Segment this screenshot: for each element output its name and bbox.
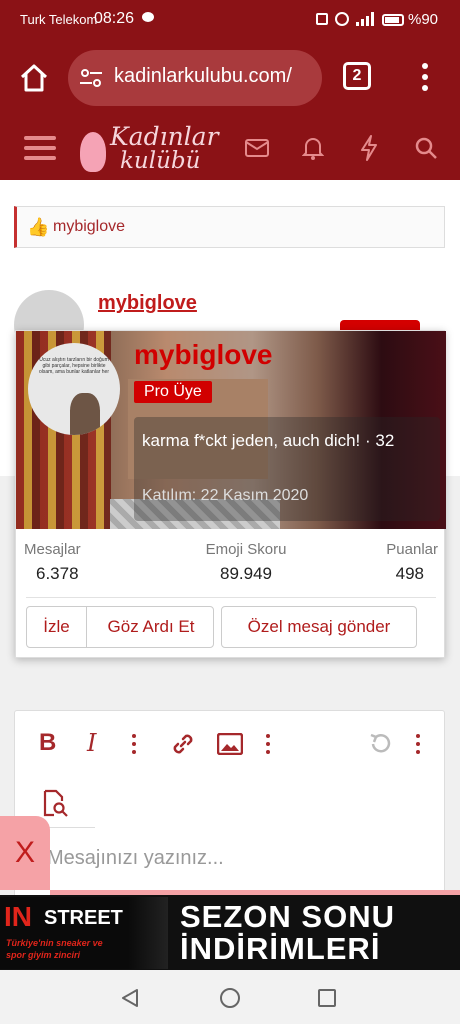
follow-ignore-group: İzle Göz Ardı Et xyxy=(26,606,214,648)
logo-text-2: kulübü xyxy=(120,148,201,174)
ad-brand-in: IN xyxy=(4,901,32,932)
site-header: Kadınlar kulübü xyxy=(0,118,460,180)
stat-label: Emoji Skoru xyxy=(205,541,287,558)
link-icon[interactable] xyxy=(170,731,196,762)
status-bar: Turk Telekom 08:26 %90 xyxy=(0,0,460,44)
ad-tagline: Türkiye'nin sneaker ve spor giyim zincir… xyxy=(6,938,103,960)
home-icon[interactable] xyxy=(18,62,50,99)
nfc-icon xyxy=(316,13,328,25)
logo-figure-icon xyxy=(80,132,106,172)
page-content: 👍 mybiglove mybiglove Ucuz alıştırı tarz… xyxy=(0,180,460,900)
post-author[interactable]: mybiglove xyxy=(98,292,197,315)
undo-icon[interactable] xyxy=(367,731,393,762)
italic-icon[interactable]: I xyxy=(87,729,96,757)
profile-avatar[interactable]: Ucuz alıştırı tarzların bir doğum gibi p… xyxy=(28,343,120,435)
pro-member-badge: Pro Üye xyxy=(134,381,212,403)
recents-icon[interactable] xyxy=(318,989,336,1007)
ad-headline-2: İNDİRİMLERİ xyxy=(180,931,381,966)
profile-popup: Ucuz alıştırı tarzların bir doğum gibi p… xyxy=(15,330,446,658)
ad-headline-1: SEZON SONU xyxy=(180,899,395,934)
url-field[interactable]: kadinlarkulubu.com/ xyxy=(68,50,322,106)
stat-label: Puanlar xyxy=(386,541,438,558)
ad-image xyxy=(128,897,168,969)
private-message-button[interactable]: Özel mesaj gönder xyxy=(221,606,417,648)
system-nav-bar xyxy=(0,970,460,1024)
clock: 08:26 xyxy=(94,10,135,27)
preview-icon[interactable] xyxy=(41,789,69,822)
ad-brand-street: STREET xyxy=(44,907,123,929)
more-menu-icon[interactable] xyxy=(420,62,430,97)
divider xyxy=(26,597,436,598)
logo-text-1: Kadınlar xyxy=(110,122,219,151)
avatar-caption: Ucuz alıştırı tarzların bir doğum gibi p… xyxy=(38,357,110,375)
carrier-label: Turk Telekom xyxy=(20,12,98,27)
profile-join-date: Katılım: 22 Kasım 2020 xyxy=(142,487,309,504)
ad-logo-block: IN STREET Türkiye'nin sneaker ve spor gi… xyxy=(0,897,128,969)
chat-notification-icon xyxy=(142,12,154,22)
lightning-icon[interactable] xyxy=(359,135,379,166)
url-text[interactable]: kadinlarkulubu.com/ xyxy=(114,65,314,88)
stat-points: Puanlar 498 xyxy=(346,541,438,584)
profile-bio: karma f*ckt jeden, auch dich! · 32 xyxy=(142,431,395,450)
inbox-icon[interactable] xyxy=(245,138,269,163)
reply-editor: B I Mesajınızı yazınız... xyxy=(14,710,445,900)
profile-info-panel: karma f*ckt jeden, auch dich! · 32 Katıl… xyxy=(134,417,440,521)
ad-banner[interactable]: IN STREET Türkiye'nin sneaker ve spor gi… xyxy=(0,895,460,970)
tab-switcher-button[interactable]: 2 xyxy=(343,62,371,90)
stat-value: 89.949 xyxy=(220,564,272,583)
stat-emoji-score: Emoji Skoru 89.949 xyxy=(176,541,316,584)
reaction-user[interactable]: mybiglove xyxy=(53,218,125,236)
follow-button[interactable]: İzle xyxy=(27,607,87,647)
home-nav-icon[interactable] xyxy=(220,988,240,1008)
stat-label: Mesajlar xyxy=(24,541,81,558)
stat-value: 6.378 xyxy=(36,564,79,583)
stat-value: 498 xyxy=(395,564,424,583)
profile-username[interactable]: mybiglove xyxy=(134,339,272,371)
battery-percent: %90 xyxy=(408,11,439,28)
browser-toolbar: kadinlarkulubu.com/ 2 xyxy=(0,44,460,118)
search-icon[interactable] xyxy=(414,136,438,165)
stat-messages: Mesajlar 6.378 xyxy=(24,541,148,584)
bell-icon[interactable] xyxy=(301,135,325,166)
site-settings-icon[interactable] xyxy=(80,68,102,93)
alarm-icon xyxy=(335,12,349,26)
signal-icon xyxy=(356,12,374,26)
more-options-icon[interactable] xyxy=(131,733,137,760)
ignore-button[interactable]: Göz Ardı Et xyxy=(87,607,215,647)
reaction-bar[interactable]: 👍 mybiglove xyxy=(14,206,445,248)
site-logo[interactable]: Kadınlar kulübü xyxy=(80,120,220,178)
battery-icon xyxy=(382,14,404,26)
close-ad-button[interactable]: X xyxy=(0,816,50,890)
hamburger-menu-icon[interactable] xyxy=(24,134,56,167)
more-options-icon[interactable] xyxy=(415,733,421,760)
bold-icon[interactable]: B xyxy=(39,729,56,757)
more-options-icon[interactable] xyxy=(265,733,271,760)
image-icon[interactable] xyxy=(216,732,244,760)
avatar-figure xyxy=(70,393,100,435)
back-icon[interactable] xyxy=(120,988,140,1013)
message-input[interactable]: Mesajınızı yazınız... xyxy=(47,847,224,870)
thumbs-up-icon: 👍 xyxy=(27,217,50,237)
